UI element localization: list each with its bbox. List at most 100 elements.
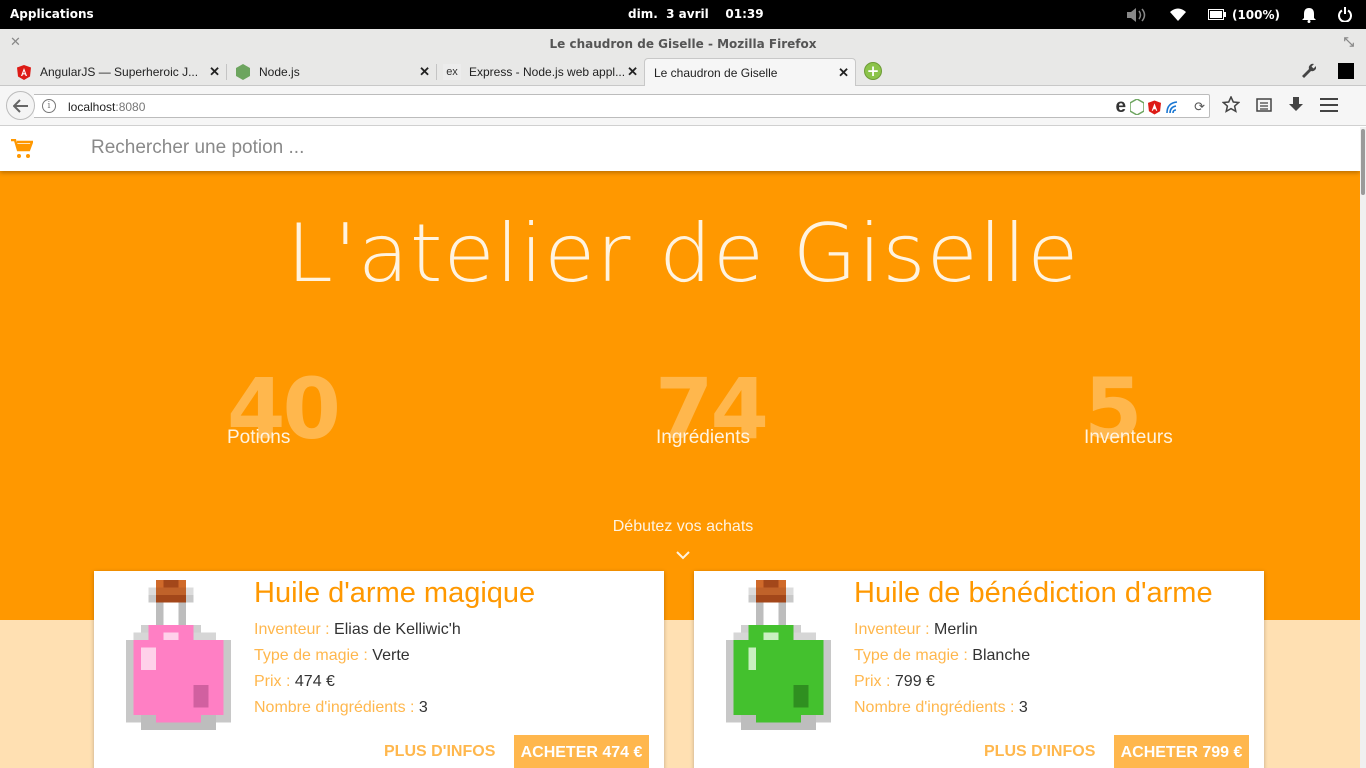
- ingredients-row: Nombre d'ingrédients : 3: [254, 699, 428, 717]
- tab-label: Node.js: [259, 65, 300, 79]
- edge-e-icon[interactable]: e: [1116, 97, 1127, 116]
- inventor-row: Inventeur : Elias de Kelliwic'h: [254, 621, 461, 639]
- notifications-bell-icon[interactable]: [1302, 7, 1316, 23]
- wrench-icon[interactable]: [1300, 62, 1317, 82]
- os-top-panel: Applications dim. 3 avril 01:39 (100%): [0, 0, 1366, 29]
- tab-express[interactable]: ex Express - Node.js web appl... ✕: [436, 58, 644, 86]
- url-port: :8080: [115, 100, 146, 114]
- hero-title: L'atelier de Giselle: [286, 207, 1080, 300]
- chevron-down-icon[interactable]: [676, 545, 690, 564]
- magic-type-label: Type de magie :: [254, 647, 373, 664]
- more-info-button[interactable]: PLUS D'INFOS: [984, 743, 1095, 761]
- stat-label: Ingrédients: [656, 427, 751, 448]
- stat-ingredients: 74 Ingrédients: [655, 367, 769, 451]
- price-row: Prix : 799 €: [854, 673, 935, 691]
- close-tab-icon[interactable]: ✕: [209, 64, 220, 80]
- wave-ext-icon[interactable]: [1165, 100, 1180, 115]
- power-icon[interactable]: [1338, 7, 1352, 22]
- buy-button[interactable]: ACHETER 799 €: [1114, 735, 1249, 768]
- tab-label: Le chaudron de Giselle: [654, 65, 778, 80]
- battery-indicator[interactable]: (100%): [1207, 7, 1280, 22]
- angular-ext-icon[interactable]: [1148, 100, 1162, 115]
- window-titlebar: ✕ Le chaudron de Giselle - Mozilla Firef…: [0, 29, 1366, 56]
- toolbar-right-icons: [1222, 96, 1354, 113]
- express-icon: ex: [443, 64, 461, 80]
- magic-type-value: Verte: [372, 647, 410, 664]
- potion-card: Huile de bénédiction d'arme Inventeur : …: [694, 571, 1264, 768]
- hamburger-menu-icon[interactable]: [1320, 97, 1338, 112]
- applications-menu[interactable]: Applications: [10, 7, 94, 21]
- stat-label: Potions: [227, 427, 291, 448]
- potion-search-input[interactable]: [91, 137, 891, 159]
- nodejs-icon: [235, 64, 251, 80]
- tab-bar: AngularJS — Superheroic J... ✕ Node.js ✕…: [0, 56, 1366, 86]
- ingredients-row: Nombre d'ingrédients : 3: [854, 699, 1028, 717]
- magic-type-row: Type de magie : Blanche: [854, 647, 1030, 665]
- bookmark-star-icon[interactable]: [1222, 96, 1240, 113]
- stat-potions: 40 Potions: [227, 367, 341, 451]
- price-label: Prix :: [854, 673, 895, 690]
- tab-chaudron-giselle[interactable]: Le chaudron de Giselle ✕: [644, 58, 856, 86]
- potion-title[interactable]: Huile d'arme magique: [254, 577, 535, 610]
- more-info-button[interactable]: PLUS D'INFOS: [384, 743, 495, 761]
- angular-icon: [16, 64, 32, 80]
- window-title: Le chaudron de Giselle - Mozilla Firefox: [549, 37, 817, 51]
- close-tab-icon[interactable]: ✕: [838, 65, 849, 81]
- new-tab-plus-icon[interactable]: +: [864, 62, 882, 80]
- buy-button[interactable]: ACHETER 474 €: [514, 735, 649, 768]
- site-info-icon[interactable]: i: [42, 99, 56, 113]
- price-label: Prix :: [254, 673, 295, 690]
- tab-label: Express - Node.js web appl...: [469, 65, 626, 79]
- reader-list-icon[interactable]: [1256, 97, 1272, 113]
- ingredients-value: 3: [1018, 699, 1028, 716]
- battery-percent: (100%): [1231, 7, 1280, 22]
- system-tray: (100%): [1126, 0, 1366, 29]
- hero-banner: L'atelier de Giselle 40 Potions 74 Ingré…: [0, 171, 1360, 620]
- download-icon[interactable]: [1288, 96, 1304, 113]
- clock[interactable]: dim. 3 avril 01:39: [628, 7, 764, 21]
- reload-icon[interactable]: ⟳: [1194, 99, 1205, 115]
- shopping-cart-icon[interactable]: [11, 138, 34, 163]
- tab-angularjs[interactable]: AngularJS — Superheroic J... ✕: [16, 58, 226, 86]
- ingredients-value: 3: [418, 699, 428, 716]
- close-tab-icon[interactable]: ✕: [419, 64, 430, 80]
- magic-type-row: Type de magie : Verte: [254, 647, 410, 665]
- wifi-icon[interactable]: [1169, 8, 1186, 22]
- ingredients-label: Nombre d'ingrédients :: [854, 699, 1019, 716]
- window-restore-icon[interactable]: ⤡: [1344, 35, 1354, 50]
- scrollbar-thumb[interactable]: [1361, 129, 1365, 195]
- back-button[interactable]: [6, 91, 35, 120]
- stat-label: Inventeurs: [1084, 427, 1173, 448]
- stat-inventors: 5 Inventeurs: [1084, 367, 1173, 451]
- potion-title[interactable]: Huile de bénédiction d'arme: [854, 577, 1213, 610]
- page-scrollbar[interactable]: [1360, 127, 1366, 768]
- tab-label: AngularJS — Superheroic J...: [40, 65, 199, 79]
- navigation-toolbar: i localhost:8080 e ⟳: [0, 86, 1366, 126]
- ingredients-label: Nombre d'ingrédients :: [254, 699, 419, 716]
- inventor-row: Inventeur : Merlin: [854, 621, 978, 639]
- price-value: 474 €: [294, 673, 335, 690]
- potion-card: Huile d'arme magique Inventeur : Elias d…: [94, 571, 664, 768]
- price-value: 799 €: [894, 673, 935, 690]
- magic-type-value: Blanche: [972, 647, 1031, 664]
- price-row: Prix : 474 €: [254, 673, 335, 691]
- inventor-label: Inventeur :: [254, 621, 335, 638]
- nodejs-ext-icon[interactable]: [1130, 99, 1145, 115]
- app-header: [0, 127, 1360, 171]
- url-extension-icons: e ⟳: [1112, 97, 1205, 117]
- battery-icon: [1207, 9, 1226, 20]
- url-text[interactable]: localhost:8080: [68, 100, 145, 114]
- web-page: L'atelier de Giselle 40 Potions 74 Ingré…: [0, 127, 1366, 768]
- extension-square-icon[interactable]: [1338, 63, 1354, 79]
- volume-icon[interactable]: [1126, 7, 1148, 23]
- magic-type-label: Type de magie :: [854, 647, 973, 664]
- inventor-value: Elias de Kelliwic'h: [334, 621, 461, 638]
- back-arrow-icon: [12, 98, 28, 113]
- inventor-label: Inventeur :: [854, 621, 935, 638]
- tab-nodejs[interactable]: Node.js ✕: [226, 58, 436, 86]
- url-host: localhost: [68, 100, 116, 114]
- start-shopping-link[interactable]: Débutez vos achats: [0, 518, 1366, 536]
- inventor-value: Merlin: [934, 621, 978, 638]
- url-bar[interactable]: i localhost:8080 e ⟳: [34, 94, 1210, 118]
- close-tab-icon[interactable]: ✕: [627, 64, 638, 80]
